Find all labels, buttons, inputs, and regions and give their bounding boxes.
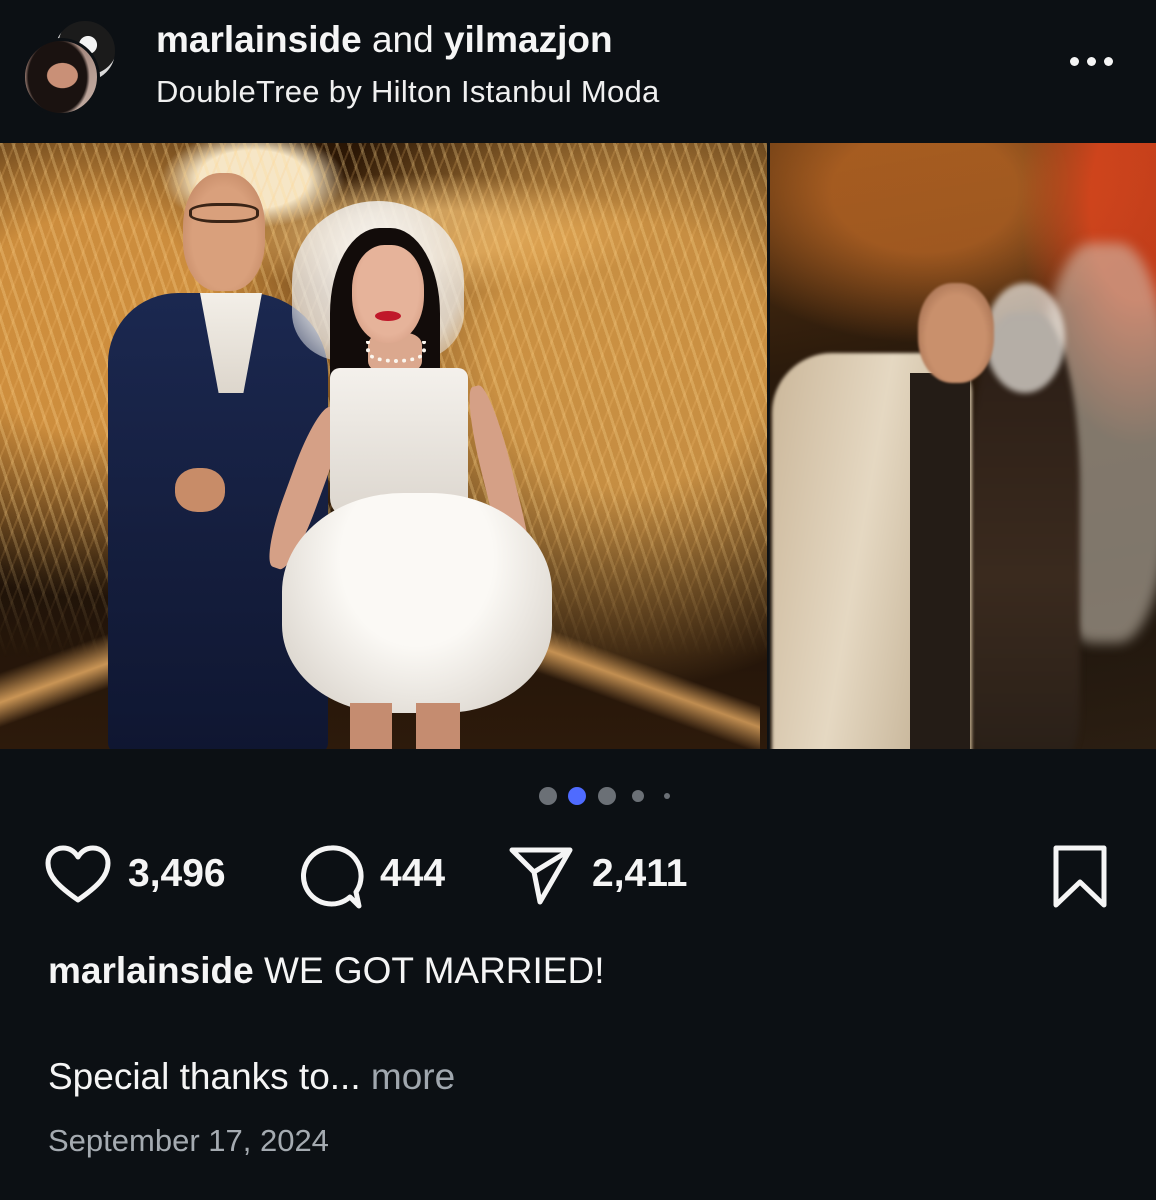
caption-text: WE GOT MARRIED! xyxy=(263,950,605,991)
carousel-dot xyxy=(539,787,557,805)
carousel-dot xyxy=(598,787,616,805)
post-authors: marlainside and yilmazjon xyxy=(156,18,613,62)
coauthor-username-link[interactable]: yilmazjon xyxy=(444,19,613,60)
paper-plane-icon[interactable] xyxy=(508,844,574,906)
comments-count[interactable]: 444 xyxy=(380,852,445,896)
caption-continuation: Special thanks to... more xyxy=(48,1054,455,1100)
carousel-dot xyxy=(632,790,644,802)
wedding-photo-next-peek[interactable] xyxy=(770,143,1156,749)
like-button[interactable]: 3,496 xyxy=(44,838,264,912)
comment-icon[interactable] xyxy=(298,844,364,910)
caption-second-line: Special thanks to... xyxy=(48,1056,361,1097)
collab-avatars[interactable] xyxy=(18,14,118,116)
post-actions-bar: 3,496 444 2,411 xyxy=(0,838,1156,912)
post-date: September 17, 2024 xyxy=(48,1123,329,1158)
caption-username-link[interactable]: marlainside xyxy=(48,950,254,991)
save-button[interactable] xyxy=(1050,838,1114,912)
share-button[interactable]: 2,411 xyxy=(508,838,718,912)
location-link[interactable]: DoubleTree by Hilton Istanbul Moda xyxy=(156,72,660,112)
wedding-photo-main[interactable] xyxy=(0,143,767,749)
caption-more-link[interactable]: more xyxy=(371,1056,455,1097)
carousel-dot xyxy=(664,793,670,799)
author-joiner: and xyxy=(371,19,434,60)
more-options-icon[interactable] xyxy=(1066,52,1118,72)
post-header: marlainside and yilmazjon DoubleTree by … xyxy=(0,0,1156,142)
likes-count[interactable]: 3,496 xyxy=(128,852,226,896)
carousel-indicator xyxy=(0,784,1156,806)
bookmark-icon[interactable] xyxy=(1050,844,1110,910)
heart-icon[interactable] xyxy=(44,844,112,906)
post-caption: marlainside WE GOT MARRIED! xyxy=(48,948,605,994)
avatar-marlainside[interactable] xyxy=(22,38,100,116)
carousel-dot-active xyxy=(568,787,586,805)
shares-count[interactable]: 2,411 xyxy=(592,852,687,896)
author-username-link[interactable]: marlainside xyxy=(156,19,362,60)
post-media-carousel[interactable] xyxy=(0,143,1156,749)
comment-button[interactable]: 444 xyxy=(298,838,478,912)
